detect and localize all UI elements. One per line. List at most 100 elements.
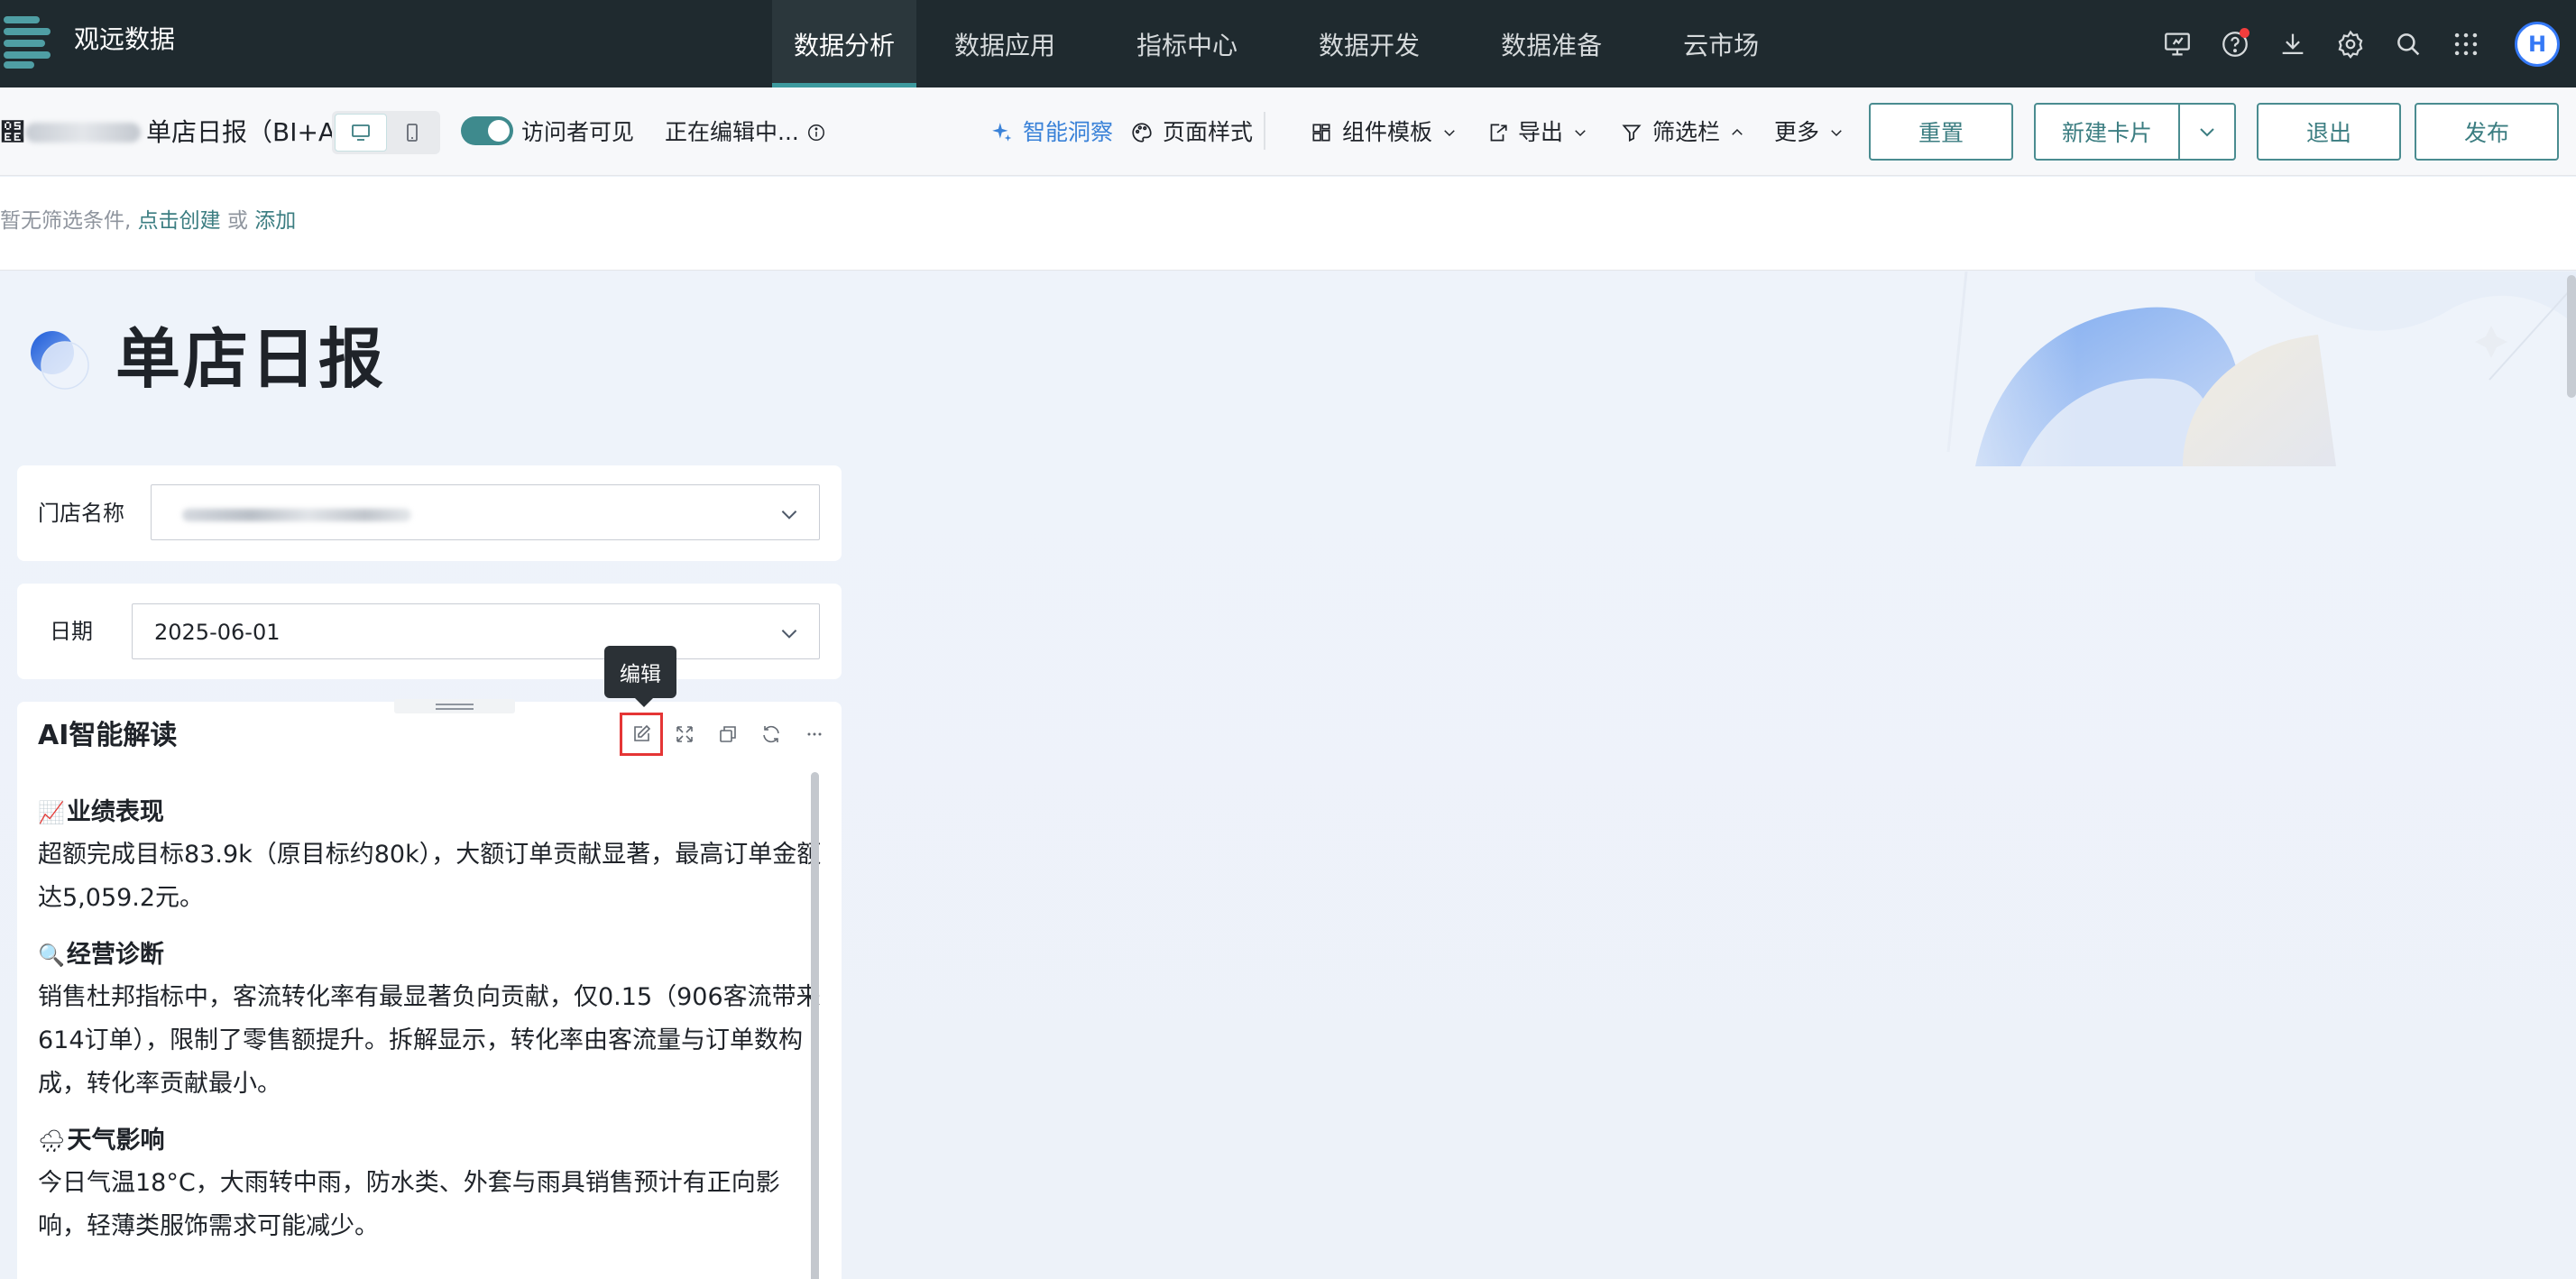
more-options-button[interactable] [793,713,836,756]
chevron-down-icon [1831,130,1842,137]
section-text-diagnosis: 销售杜邦指标中，客流转化率有最显著负向贡献，仅0.15（906客流带来614订单… [38,983,821,1098]
report-logo-icon [25,326,92,392]
date-filter-label: 日期 [50,619,93,644]
dashboard-title[interactable]: ׮ 单店日报（BI+AI） [0,115,368,151]
section-heading-text: 业绩表现 [66,798,164,826]
refresh-card-button[interactable] [750,713,793,756]
ellipsis-icon [807,732,822,736]
blurred-store-name [25,123,141,143]
app-logo-icon[interactable] [0,13,54,69]
notification-dot [2240,27,2249,38]
rain-cloud-icon: 🌧 [38,1128,66,1154]
main-menu: 数据分析 数据应用 指标中心 数据开发 数据准备 云市场 [772,0,1780,87]
edit-pencil-icon [634,724,651,741]
new-card-split-button: 新建卡片 [2034,103,2236,161]
editing-status-text: 正在编辑中... [665,119,799,145]
section-heading-diagnosis: 🔍 经营诊断 [38,934,823,976]
decorative-banner-graphic [1912,271,2576,466]
magnifier-icon: 🔍 [38,943,65,968]
filter-funnel-icon [1622,124,1642,143]
screen-monitor-icon[interactable] [2148,15,2206,73]
or-text: 或 [226,209,248,233]
help-icon[interactable] [2206,15,2264,73]
visitor-visible-label: 访问者可见 [521,119,635,145]
sparkle-icon [992,123,1012,142]
editing-status: 正在编辑中... [665,115,826,151]
menu-item-cloud-market[interactable]: 云市场 [1661,0,1780,87]
exit-button[interactable]: 退出 [2257,103,2401,161]
info-icon[interactable] [806,123,826,143]
app-grid-icon[interactable] [2437,15,2495,73]
dashboard-canvas: 单店日报 门店名称 日期 2025-06-01 AI智能解读 📈 业绩表现 超额… [0,271,2576,1279]
create-filter-link[interactable]: 点击创建 [138,209,221,233]
store-filter-card: 门店名称 [17,465,842,561]
refresh-icon [763,725,779,743]
desktop-view-button[interactable] [335,114,387,152]
menu-item-data-analysis[interactable]: 数据分析 [772,0,917,87]
page-header: 单店日报 [25,318,386,400]
dashboard-title-prefix: ׮ [0,117,25,147]
menu-item-metrics-center[interactable]: 指标中心 [1115,0,1259,87]
mobile-phone-icon [407,124,418,142]
ai-interpretation-card: AI智能解读 📈 业绩表现 超额完成目标83.9k（原目标约80k），大额订单贡… [17,699,842,1279]
empty-filter-note: 暂无筛选条件, 点击创建 或 添加 [0,206,296,236]
menu-item-data-apps[interactable]: 数据应用 [933,0,1077,87]
desktop-monitor-icon [352,124,370,141]
chart-increasing-icon: 📈 [38,800,65,825]
search-icon[interactable] [2379,15,2437,73]
publish-button[interactable]: 发布 [2415,103,2559,161]
menu-item-data-preparation[interactable]: 数据准备 [1479,0,1624,87]
edit-tooltip: 编辑 [604,646,676,707]
new-card-button[interactable]: 新建卡片 [2036,105,2178,159]
reset-button[interactable]: 重置 [1869,103,2013,161]
page-style-button[interactable]: 页面样式 [1130,115,1253,151]
store-select[interactable] [151,484,820,540]
date-filter-card: 日期 2025-06-01 [17,584,842,679]
section-heading-text: 天气影响 [67,1127,165,1155]
add-filter-link[interactable]: 添加 [254,209,296,233]
smart-insight-button[interactable]: 智能洞察 [990,115,1113,151]
section-text-performance: 超额完成目标83.9k（原目标约80k），大额订单贡献显著，最高订单金额达5,0… [38,841,822,912]
visitor-visible-toggle[interactable] [461,116,513,145]
card-toolbar [620,713,836,756]
ai-card-content: 📈 业绩表现 超额完成目标83.9k（原目标约80k），大额订单贡献显著，最高订… [38,792,823,1263]
top-navigation-bar: 观远数据 数据分析 数据应用 指标中心 数据开发 数据准备 云市场 H [0,0,2576,87]
chevron-down-icon [2200,128,2214,137]
store-filter-label: 门店名称 [38,501,124,526]
palette-icon [1132,123,1152,143]
download-icon[interactable] [2264,15,2322,73]
chevron-down-icon [1444,130,1455,137]
edit-card-button[interactable] [620,713,663,756]
user-avatar[interactable]: H [2515,21,2560,67]
menu-item-data-development[interactable]: 数据开发 [1297,0,1441,87]
duplicate-card-button[interactable] [706,713,750,756]
blurred-store-value [182,509,411,521]
page-title: 单店日报 [115,321,387,397]
fullscreen-button[interactable] [663,713,706,756]
page-style-label: 页面样式 [1163,119,1254,145]
component-template-label: 组件模板 [1342,119,1433,145]
mobile-view-button[interactable] [387,114,437,152]
new-card-dropdown-button[interactable] [2178,105,2234,159]
more-dropdown[interactable]: 更多 [1774,115,1845,151]
filter-bar-toggle[interactable]: 筛选栏 [1620,115,1745,151]
page-scrollbar[interactable] [2567,275,2576,398]
chevron-down-icon [1575,130,1586,137]
expand-icon [676,726,693,742]
global-filter-bar: 暂无筛选条件, 点击创建 或 添加 [0,177,2576,271]
component-template-dropdown[interactable]: 组件模板 [1310,115,1458,151]
nav-right-tools: H [2148,0,2576,87]
settings-gear-icon[interactable] [2322,15,2379,73]
card-drag-handle[interactable] [394,699,515,713]
export-icon [1490,124,1507,142]
more-label: 更多 [1774,119,1820,145]
export-label: 导出 [1518,119,1564,145]
export-dropdown[interactable]: 导出 [1486,115,1588,151]
section-text-weather: 今日气温18°C，大雨转中雨，防水类、外套与雨具销售预计有正向影响，轻薄类服饰需… [38,1169,780,1240]
section-heading-performance: 📈 业绩表现 [38,792,823,833]
empty-filter-text: 暂无筛选条件, [0,209,132,233]
date-select[interactable]: 2025-06-01 [132,603,820,659]
card-content-scrollbar[interactable] [811,772,819,1279]
ai-card-title: AI智能解读 [38,720,178,751]
copy-icon [720,726,736,742]
